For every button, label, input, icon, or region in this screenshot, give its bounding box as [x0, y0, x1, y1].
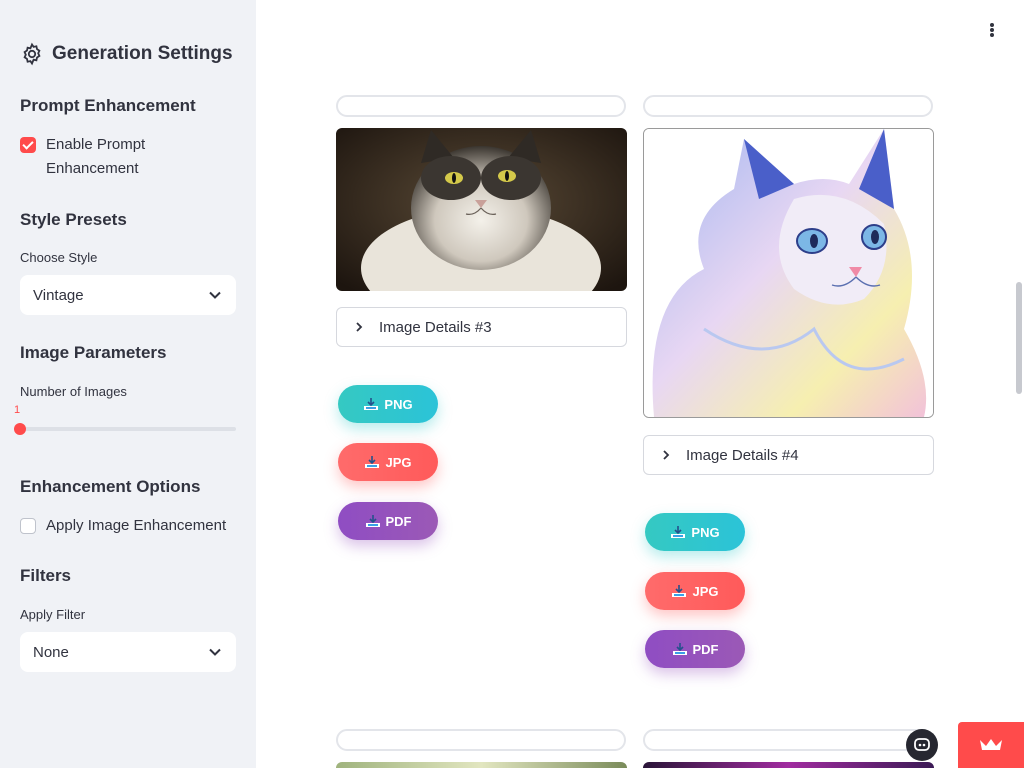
main-menu-button[interactable]	[984, 20, 1000, 40]
choose-style-label: Choose Style	[20, 250, 98, 265]
sidebar-title: Generation Settings	[20, 42, 233, 66]
generated-image-5	[336, 762, 627, 768]
image-caption-pill	[643, 95, 933, 117]
apply-filter-select[interactable]: None	[20, 632, 236, 672]
apply-filter-label: Apply Filter	[20, 607, 86, 622]
image-caption-pill	[336, 729, 626, 751]
apply-enhancement-label: Apply Image Enhancement	[46, 517, 227, 534]
download-icon	[365, 515, 380, 527]
download-icon	[365, 456, 380, 468]
dot-icon	[990, 28, 994, 32]
download-jpg-label: JPG	[385, 454, 412, 470]
enable-prompt-label: Enable Prompt Enhancement	[46, 136, 146, 177]
dot-icon	[990, 23, 994, 27]
choose-style-select[interactable]: Vintage	[20, 275, 236, 315]
apply-enhancement-checkbox[interactable]: Apply Image Enhancement	[20, 514, 240, 538]
download-jpg-button[interactable]: JPG	[338, 443, 438, 481]
gear-icon	[23, 42, 41, 66]
image-details-expander[interactable]: Image Details #3	[336, 307, 627, 347]
download-icon	[672, 585, 687, 597]
image-caption-pill	[336, 95, 626, 117]
checkbox-checked-icon[interactable]	[20, 137, 36, 153]
download-pdf-button[interactable]: PDF	[645, 630, 745, 668]
checkbox-unchecked-icon[interactable]	[20, 518, 36, 534]
chevron-down-icon	[209, 648, 221, 656]
style-presets-heading: Style Presets	[20, 210, 127, 229]
download-png-label: PNG	[691, 524, 720, 540]
download-png-button[interactable]: PNG	[645, 513, 745, 551]
scrollbar-thumb[interactable]	[1016, 282, 1022, 394]
generated-image-4	[643, 128, 934, 418]
chevron-right-icon	[356, 322, 363, 332]
dot-icon	[990, 33, 994, 37]
download-pdf-label: PDF	[385, 513, 412, 529]
download-jpg-label: JPG	[692, 583, 719, 599]
download-jpg-button[interactable]: JPG	[645, 572, 745, 610]
apply-filter-value: None	[33, 643, 69, 661]
sidebar-title-text: Generation Settings	[52, 43, 233, 64]
cat-image	[644, 129, 933, 417]
filters-heading: Filters	[20, 566, 72, 585]
choose-style-value: Vintage	[33, 286, 84, 304]
prompt-enhancement-heading: Prompt Enhancement	[20, 96, 196, 115]
chat-assistant-button[interactable]	[906, 729, 938, 761]
download-icon	[671, 526, 686, 538]
image-details-expander[interactable]: Image Details #4	[643, 435, 934, 475]
streamlit-crown-button[interactable]	[958, 722, 1024, 768]
enable-prompt-checkbox[interactable]: Enable Prompt Enhancement	[20, 133, 170, 181]
download-icon	[364, 398, 379, 410]
crown-icon	[980, 739, 1002, 750]
slider-value: 1	[14, 404, 21, 416]
chevron-right-icon	[663, 450, 670, 460]
slider-thumb[interactable]	[14, 423, 26, 435]
generated-image-6	[643, 762, 934, 768]
chevron-down-icon	[209, 291, 221, 299]
num-images-label: Number of Images	[20, 384, 127, 399]
num-images-slider[interactable]	[20, 427, 236, 431]
download-pdf-button[interactable]: PDF	[338, 502, 438, 540]
generated-image-3	[336, 128, 627, 291]
download-pdf-label: PDF	[692, 641, 719, 657]
enhancement-options-heading: Enhancement Options	[20, 477, 201, 496]
image-parameters-heading: Image Parameters	[20, 343, 167, 362]
download-png-button[interactable]: PNG	[338, 385, 438, 423]
sidebar: Generation Settings Prompt Enhancement E…	[0, 0, 256, 768]
image-caption-pill	[643, 729, 933, 751]
image-details-label: Image Details #4	[686, 446, 799, 464]
download-icon	[672, 643, 687, 655]
download-png-label: PNG	[384, 396, 413, 412]
cat-image	[336, 128, 627, 291]
robot-icon	[914, 738, 930, 751]
image-details-label: Image Details #3	[379, 318, 492, 336]
